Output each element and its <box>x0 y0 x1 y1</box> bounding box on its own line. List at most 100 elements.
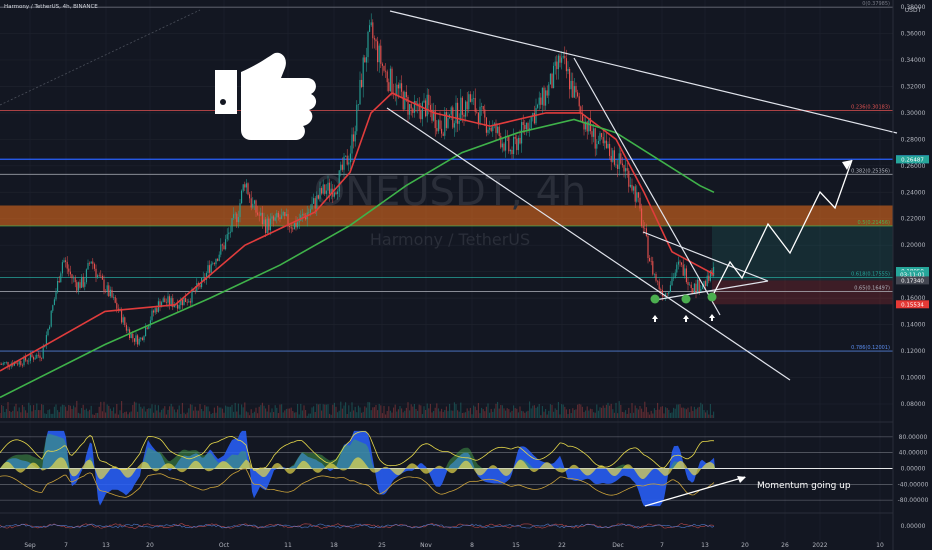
price-tick-label: 0.34000 <box>901 57 926 64</box>
candle-body <box>124 317 126 325</box>
volume-bar <box>2 405 4 418</box>
oscillator-tick-label: -40.00000 <box>898 481 929 488</box>
candle-body <box>213 263 215 265</box>
volume-bar <box>439 411 441 418</box>
volume-bar <box>125 411 127 418</box>
volume-bar <box>450 410 452 418</box>
volume-bar <box>185 414 187 418</box>
volume-bar <box>687 407 689 418</box>
candle-body <box>625 168 627 172</box>
volume-bar <box>319 403 321 418</box>
candle-body <box>255 200 257 213</box>
candle-body <box>561 57 563 63</box>
candle-body <box>612 150 614 162</box>
volume-bar <box>28 402 30 418</box>
volume-bar <box>453 402 455 418</box>
volume-bar <box>623 412 625 418</box>
volume-bar <box>95 412 97 418</box>
volume-bar <box>413 404 415 418</box>
candle-body <box>429 105 431 110</box>
candle-body <box>2 363 4 365</box>
volume-bar <box>250 409 252 418</box>
volume-bar <box>682 407 684 418</box>
candle-body <box>52 305 54 311</box>
candle-body <box>220 244 222 255</box>
volume-bar <box>9 410 11 418</box>
candle-body <box>103 279 105 291</box>
volume-bar <box>559 414 561 418</box>
candle-body <box>77 282 79 291</box>
volume-bar <box>629 413 631 418</box>
volume-bar <box>346 413 348 418</box>
fib-label: 0.382(0.25356) <box>851 168 890 174</box>
volume-bar <box>476 410 478 418</box>
candle-body <box>700 289 702 292</box>
candle-body <box>369 25 371 32</box>
candle-body <box>684 268 686 276</box>
volume-bar <box>31 411 33 418</box>
volume-bar <box>524 412 526 418</box>
volume-bar <box>650 410 652 418</box>
candle-body <box>178 305 180 309</box>
chart-svg[interactable]: 0(0.37985) 0.236(0.30183) 0.382(0.25356) 0.… <box>0 0 932 550</box>
volume-bar <box>277 413 279 418</box>
volume-bar <box>255 407 257 418</box>
volume-bar <box>282 412 284 418</box>
volume-bar <box>207 406 209 418</box>
candle-body <box>697 279 699 293</box>
candle-body <box>33 356 35 360</box>
volume-bar <box>409 410 411 418</box>
candle-body <box>599 133 601 141</box>
fib-label: 0.65(0.16497) <box>854 286 890 292</box>
volume-bar <box>194 406 196 418</box>
volume-bar <box>343 405 345 418</box>
volume-bar <box>657 402 659 418</box>
volume-bar <box>279 404 281 418</box>
volume-bar <box>263 405 265 418</box>
candle-body <box>660 289 662 291</box>
volume-bar <box>546 414 548 418</box>
candle-body <box>609 143 611 156</box>
volume-bar <box>201 408 203 418</box>
volume-bar <box>543 411 545 418</box>
time-tick-label: Oct <box>219 542 230 549</box>
volume-bar <box>25 410 27 418</box>
candle-body <box>469 94 471 102</box>
candle-body <box>18 360 20 365</box>
volume-bar <box>391 412 393 418</box>
candle-body <box>162 298 164 303</box>
candle-body <box>186 302 188 303</box>
candle-body <box>388 82 390 91</box>
candle-body <box>100 275 102 277</box>
candle-body <box>421 102 423 120</box>
candle-body <box>108 285 110 297</box>
price-tick-label: 0.28000 <box>901 136 926 143</box>
candle-body <box>65 260 67 262</box>
long-position-stop <box>712 280 893 305</box>
volume-bar <box>591 409 593 418</box>
volume-bar <box>471 414 473 418</box>
candle-body <box>577 92 579 97</box>
candle-body <box>92 261 94 264</box>
volume-bar <box>503 408 505 418</box>
volume-bar <box>644 401 646 418</box>
candle-body <box>145 327 147 337</box>
candle-body <box>457 102 459 124</box>
volume-bar <box>389 410 391 418</box>
volume-bar <box>53 406 55 418</box>
candle-body <box>239 203 241 218</box>
oscillator-tick-label: 40.00000 <box>899 450 928 457</box>
volume-bar <box>143 406 145 418</box>
candle-body <box>364 57 366 63</box>
volume-bar <box>529 401 531 418</box>
volume-bar <box>607 402 609 418</box>
candle-body <box>671 278 673 286</box>
bottom-axis[interactable]: 0.00000 <box>901 523 926 530</box>
candle-body <box>249 194 251 199</box>
volume-bar <box>404 410 406 418</box>
volume-bar <box>407 402 409 418</box>
candle-body <box>399 83 401 89</box>
volume-bar <box>175 412 177 418</box>
volume-bar <box>341 408 343 418</box>
volume-bar <box>322 404 324 418</box>
